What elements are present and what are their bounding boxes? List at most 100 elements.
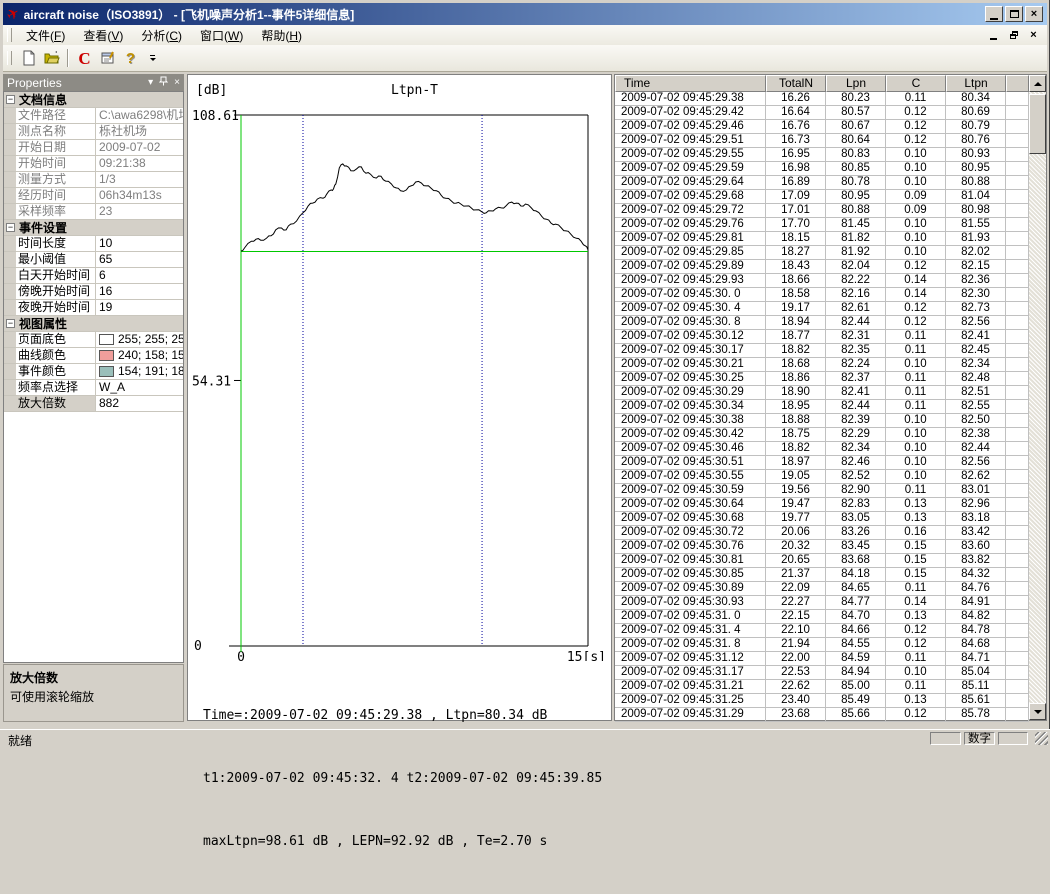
property-row[interactable]: 夜晚开始时间19 [4,300,183,316]
menu-view[interactable]: 查看(V) [74,25,132,46]
property-value[interactable]: C:\awa6298\机场 [96,108,183,123]
table-row[interactable]: 2009-07-02 09:45:29.5116.7380.640.1280.7… [615,134,1029,148]
c-weighting-button[interactable]: C [73,47,96,69]
table-body[interactable]: 2009-07-02 09:45:29.3816.2680.230.1180.3… [615,92,1029,722]
table-row[interactable]: 2009-07-02 09:45:29.4616.7680.670.1280.7… [615,120,1029,134]
pin-icon[interactable] [159,76,168,89]
table-row[interactable]: 2009-07-02 09:45:30.5118.9782.460.1082.5… [615,456,1029,470]
table-row[interactable]: 2009-07-02 09:45:31. 821.9484.550.1284.6… [615,638,1029,652]
help-button[interactable]: ? [119,47,142,69]
table-row[interactable]: 2009-07-02 09:45:29.8918.4382.040.1282.1… [615,260,1029,274]
table-row[interactable]: 2009-07-02 09:45:31.2523.4085.490.1385.6… [615,694,1029,708]
open-file-button[interactable] [40,47,63,69]
table-row[interactable]: 2009-07-02 09:45:30. 818.9482.440.1282.5… [615,316,1029,330]
column-header-time[interactable]: Time [615,75,766,92]
table-row[interactable]: 2009-07-02 09:45:31.2122.6285.000.1185.1… [615,680,1029,694]
property-grid[interactable]: −文档信息文件路径C:\awa6298\机场测点名称栎社机场开始日期2009-0… [3,91,184,663]
table-row[interactable]: 2009-07-02 09:45:30.5919.5682.900.1183.0… [615,484,1029,498]
property-value[interactable]: 2009-07-02 [96,140,183,155]
properties-panel-header[interactable]: Properties ▾ × [3,74,184,91]
property-value[interactable]: 16 [96,284,183,299]
close-button[interactable]: × [1025,6,1043,22]
new-document-button[interactable] [17,47,40,69]
property-row[interactable]: 频率点选择W_A [4,380,183,396]
property-value[interactable]: W_A [96,380,183,395]
table-row[interactable]: 2009-07-02 09:45:29.6817.0980.950.0981.0… [615,190,1029,204]
property-value[interactable]: 6 [96,268,183,283]
table-row[interactable]: 2009-07-02 09:45:30.5519.0582.520.1082.6… [615,470,1029,484]
table-row[interactable]: 2009-07-02 09:45:30.8922.0984.650.1184.7… [615,582,1029,596]
property-value[interactable]: 23 [96,204,183,219]
mdi-minimize-button[interactable] [986,27,1001,42]
toolbar-overflow-button[interactable] [146,48,159,68]
close-icon[interactable]: × [174,78,180,88]
property-row[interactable]: 测点名称栎社机场 [4,124,183,140]
scrollbar-track[interactable] [1029,92,1046,703]
table-row[interactable]: 2009-07-02 09:45:29.8518.2781.920.1082.0… [615,246,1029,260]
property-value[interactable]: 154; 191; 18 [96,364,183,379]
table-vertical-scrollbar[interactable] [1029,75,1046,720]
collapse-minus-icon[interactable]: − [6,319,15,328]
table-row[interactable]: 2009-07-02 09:45:29.7217.0180.880.0980.9… [615,204,1029,218]
property-value[interactable]: 09:21:38 [96,156,183,171]
table-row[interactable]: 2009-07-02 09:45:30.4218.7582.290.1082.3… [615,428,1029,442]
property-row[interactable]: 放大倍数882 [4,396,183,412]
property-row[interactable]: 曲线颜色240; 158; 15 [4,348,183,364]
table-row[interactable]: 2009-07-02 09:45:30.2918.9082.410.1182.5… [615,386,1029,400]
property-value[interactable]: 1/3 [96,172,183,187]
table-row[interactable]: 2009-07-02 09:45:29.3816.2680.230.1180.3… [615,92,1029,106]
property-value[interactable]: 240; 158; 15 [96,348,183,363]
table-row[interactable]: 2009-07-02 09:45:29.5516.9580.830.1080.9… [615,148,1029,162]
table-row[interactable]: 2009-07-02 09:45:30.2518.8682.370.1182.4… [615,372,1029,386]
title-bar[interactable]: ✈ aircraft noise（ISO3891） - [飞机噪声分析1--事件… [3,3,1047,25]
property-value[interactable]: 65 [96,252,183,267]
mdi-restore-button[interactable] [1006,27,1021,42]
toolbar-grip[interactable] [7,51,12,65]
property-row[interactable]: 最小阈值65 [4,252,183,268]
property-value[interactable]: 882 [96,396,183,411]
table-row[interactable]: 2009-07-02 09:45:29.7617.7081.450.1081.5… [615,218,1029,232]
property-row[interactable]: 经历时间06h34m13s [4,188,183,204]
table-row[interactable]: 2009-07-02 09:45:30.1718.8282.350.1182.4… [615,344,1029,358]
table-row[interactable]: 2009-07-02 09:45:31.1722.5384.940.1085.0… [615,666,1029,680]
table-row[interactable]: 2009-07-02 09:45:31. 022.1584.700.1384.8… [615,610,1029,624]
property-row[interactable]: 采样频率23 [4,204,183,220]
table-row[interactable]: 2009-07-02 09:45:30.6819.7783.050.1383.1… [615,512,1029,526]
column-header-totaln[interactable]: TotalN [766,75,826,92]
minimize-button[interactable] [985,6,1003,22]
scroll-up-button[interactable] [1029,75,1046,92]
property-row[interactable]: 时间长度10 [4,236,183,252]
resize-grip[interactable] [1035,732,1048,745]
property-row[interactable]: 傍晚开始时间16 [4,284,183,300]
table-row[interactable]: 2009-07-02 09:45:30. 419.1782.610.1282.7… [615,302,1029,316]
maximize-button[interactable] [1005,6,1023,22]
dropdown-arrow-icon[interactable]: ▾ [148,78,153,88]
property-value[interactable]: 255; 255; 25 [96,332,183,347]
table-row[interactable]: 2009-07-02 09:45:30.1218.7782.310.1182.4… [615,330,1029,344]
table-row[interactable]: 2009-07-02 09:45:30.8120.6583.680.1583.8… [615,554,1029,568]
table-row[interactable]: 2009-07-02 09:45:29.9318.6682.220.1482.3… [615,274,1029,288]
property-row[interactable]: 事件颜色154; 191; 18 [4,364,183,380]
property-row[interactable]: 开始时间09:21:38 [4,156,183,172]
menu-file[interactable]: 文件(F) [17,25,74,46]
column-header-c[interactable]: C [886,75,946,92]
table-row[interactable]: 2009-07-02 09:45:29.6416.8980.780.1080.8… [615,176,1029,190]
column-header-lpn[interactable]: Lpn [826,75,886,92]
property-row[interactable]: 开始日期2009-07-02 [4,140,183,156]
property-category[interactable]: −视图属性 [4,316,183,332]
collapse-minus-icon[interactable]: − [6,95,15,104]
table-row[interactable]: 2009-07-02 09:45:29.8118.1581.820.1081.9… [615,232,1029,246]
scroll-down-button[interactable] [1029,703,1046,720]
column-header-ltpn[interactable]: Ltpn [946,75,1006,92]
menu-grip[interactable] [7,28,12,42]
collapse-minus-icon[interactable]: − [6,223,15,232]
property-row[interactable]: 页面底色255; 255; 25 [4,332,183,348]
table-row[interactable]: 2009-07-02 09:45:29.5916.9880.850.1080.9… [615,162,1029,176]
table-row[interactable]: 2009-07-02 09:45:30.2118.6882.240.1082.3… [615,358,1029,372]
table-row[interactable]: 2009-07-02 09:45:30.4618.8282.340.1082.4… [615,442,1029,456]
scrollbar-thumb[interactable] [1029,94,1046,154]
property-row[interactable]: 文件路径C:\awa6298\机场 [4,108,183,124]
table-row[interactable]: 2009-07-02 09:45:31.1222.0084.590.1184.7… [615,652,1029,666]
property-value[interactable]: 栎社机场 [96,124,183,139]
chart-plot[interactable]: 108.6154.310015[s] [188,75,611,661]
